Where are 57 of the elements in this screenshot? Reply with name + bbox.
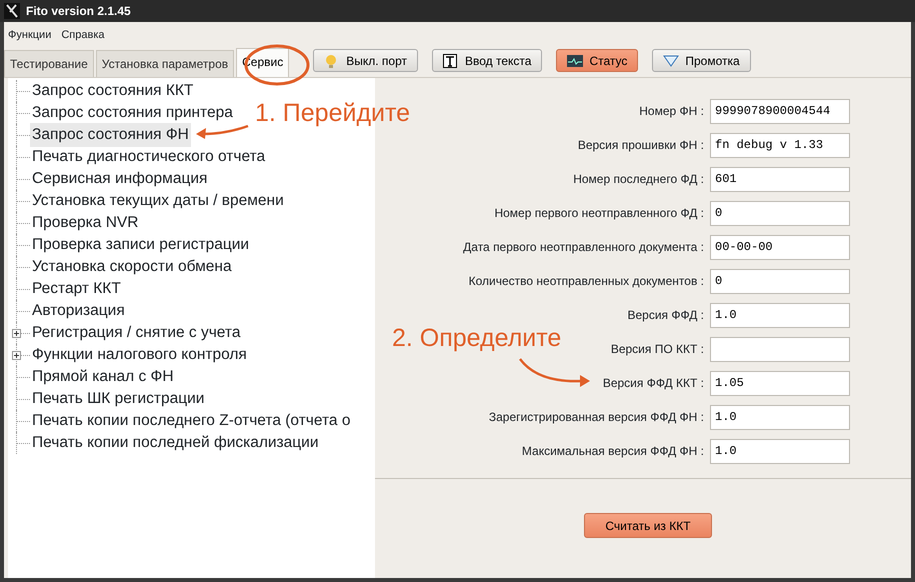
tree-item[interactable]: Рестарт ККТ — [30, 277, 123, 301]
text-icon — [442, 54, 459, 68]
window-title: Fito version 2.1.45 — [26, 3, 131, 20]
input-field[interactable]: 601 — [710, 166, 850, 192]
input-field[interactable]: fn debug v 1.33 — [710, 132, 850, 158]
annotation-text: 2. Определите — [392, 323, 562, 354]
tree-item[interactable]: Прямой канал с ФН — [30, 365, 176, 389]
tree-item[interactable]: Печать копии последнего Z-отчета (отчета о — [30, 409, 352, 433]
input-field[interactable]: 1.05 — [710, 370, 850, 396]
menu-item[interactable]: Функции — [8, 26, 52, 44]
tree-item[interactable]: Регистрация / снятие с учета — [30, 321, 242, 345]
toolbar-button[interactable]: Промотка — [652, 49, 751, 72]
tree-item[interactable]: Проверка записи регистрации — [30, 233, 252, 257]
input-field[interactable]: 1.0 — [710, 438, 850, 464]
tree-item[interactable]: Проверка NVR — [30, 211, 140, 235]
tab[interactable]: Установка параметров — [96, 50, 234, 77]
input-field[interactable]: 0 — [710, 268, 850, 294]
tree-item[interactable]: Функции налогового контроля — [30, 343, 249, 367]
monitor-icon — [567, 54, 584, 68]
tree-item[interactable]: Установка текущих даты / времени — [30, 189, 286, 213]
expand-icon[interactable] — [12, 351, 21, 360]
tree-item[interactable]: Авторизация — [30, 299, 127, 323]
read-button[interactable]: Считать из ККТ — [584, 513, 712, 538]
toolbar-button[interactable]: Статус — [556, 49, 638, 72]
tree-item[interactable]: Запрос состояния ФН — [30, 123, 191, 147]
menu-item[interactable]: Справка — [61, 26, 104, 44]
field-label: Версия прошивки ФН : — [576, 137, 705, 154]
field-label: Версия ФФД : — [626, 307, 705, 324]
input-field[interactable]: 0 — [710, 200, 850, 226]
triangle-icon — [663, 54, 680, 68]
input-field[interactable]: 9999078900004544 — [710, 98, 850, 124]
field-label: Версия ФФД ККТ : — [602, 375, 705, 392]
tab[interactable]: Тестирование — [4, 50, 94, 77]
field-label: Номер первого неотправленного ФД : — [493, 205, 705, 222]
tree-item[interactable]: Печать диагностического отчета — [30, 145, 268, 169]
field-label: Номер последнего ФД : — [572, 171, 705, 188]
tree-item[interactable]: Сервисная информация — [30, 167, 210, 191]
tree-item[interactable]: Печать копии последней фискализации — [30, 431, 320, 455]
field-label: Зарегистрированная версия ФФД ФН : — [488, 409, 705, 426]
field-label: Максимальная версия ФФД ФН : — [520, 443, 705, 460]
toolbar-button[interactable]: Ввод текста — [432, 49, 542, 72]
input-field[interactable]: 1.0 — [710, 404, 850, 430]
arrow — [196, 124, 248, 139]
field-label: Дата первого неотправленного документа : — [462, 239, 705, 256]
input-field[interactable] — [710, 336, 850, 362]
tree-item[interactable]: Запрос состояния принтера — [30, 101, 235, 125]
field-label: Количество неотправленных документов : — [468, 273, 705, 290]
app-icon — [4, 3, 20, 19]
input-field[interactable]: 1.0 — [710, 302, 850, 328]
arrow — [519, 358, 590, 387]
tree-item[interactable]: Печать ШК регистрации — [30, 387, 206, 411]
tree-item[interactable]: Запрос состояния ККТ — [30, 79, 196, 103]
toolbar-button[interactable]: Выкл. порт — [313, 49, 418, 72]
tree-item[interactable]: Установка скорости обмена — [30, 255, 234, 279]
input-field[interactable]: 00-00-00 — [710, 234, 850, 260]
expand-icon[interactable] — [12, 329, 21, 338]
annotation-text: 1. Перейдите — [255, 98, 410, 129]
